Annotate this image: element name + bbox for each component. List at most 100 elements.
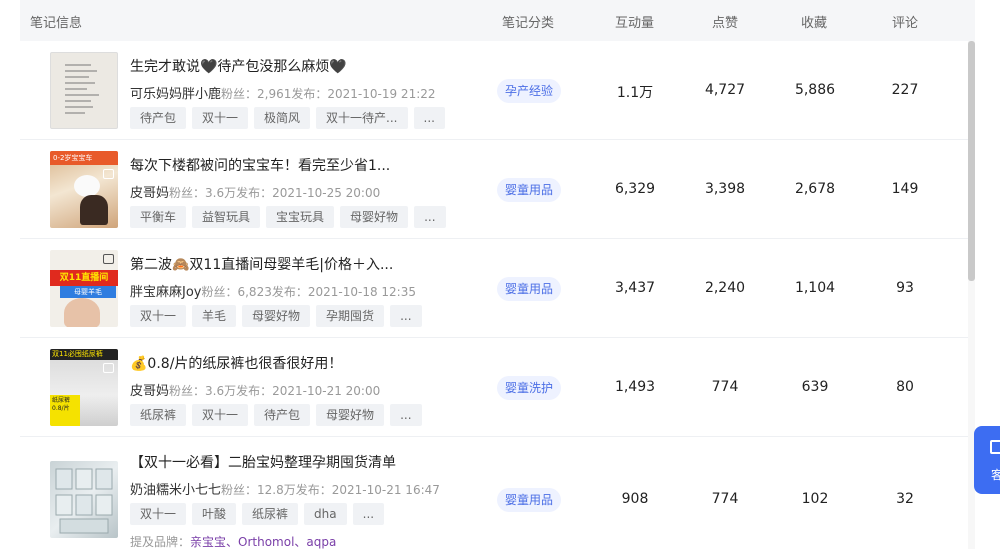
- brand-list[interactable]: 亲宝宝、Orthomol、aqpa: [190, 535, 336, 549]
- gallery-icon: [103, 169, 114, 179]
- interactions-value: 908: [621, 491, 649, 507]
- author-name[interactable]: 皮哥妈: [130, 384, 169, 399]
- tag-list: 纸尿裤 双十一 待产包 母婴好物...: [130, 404, 428, 426]
- followers-count: 粉丝：3.6万: [169, 186, 237, 200]
- note-meta: 皮哥妈粉丝：3.6万发布：2021-10-25 20:00: [130, 182, 380, 201]
- note-title[interactable]: 【双十一必看】二胎宝妈整理孕期囤货清单: [130, 452, 396, 472]
- tag[interactable]: 母婴好物: [242, 305, 311, 327]
- favorites-value: 2,678: [794, 181, 836, 197]
- header-interactions[interactable]: 互动量: [615, 12, 654, 31]
- likes-value: 4,727: [704, 82, 746, 98]
- likes-value: 774: [711, 491, 739, 507]
- tag[interactable]: 双十一: [192, 404, 249, 426]
- tag[interactable]: 待产包: [130, 107, 187, 129]
- tag-more[interactable]: ...: [352, 503, 385, 525]
- publish-time: 发布：2021-10-18 12:35: [271, 285, 416, 299]
- table-header: 笔记信息 笔记分类 互动量 点赞 收藏 评论: [20, 0, 975, 41]
- tag[interactable]: dha: [304, 503, 347, 525]
- note-thumbnail[interactable]: [50, 461, 118, 538]
- author-name[interactable]: 胖宝麻麻Joy: [130, 285, 201, 300]
- note-thumbnail[interactable]: [50, 52, 118, 129]
- tag-more[interactable]: ...: [414, 206, 446, 228]
- tag[interactable]: 待产包: [254, 404, 311, 426]
- customer-service-button[interactable]: 客: [974, 426, 1000, 494]
- header-likes[interactable]: 点赞: [712, 12, 738, 31]
- likes-value: 774: [711, 379, 739, 395]
- favorites-value: 639: [801, 379, 829, 395]
- tag-more[interactable]: ...: [390, 305, 422, 327]
- gallery-icon: [103, 363, 114, 373]
- thumbnail-caption: 0-2岁宝宝车: [50, 151, 118, 165]
- thumbnail-caption: 双11直播间: [50, 270, 118, 286]
- tag[interactable]: 双十一待产...: [316, 107, 408, 129]
- author-name[interactable]: 奶油糯米小七七: [130, 483, 221, 498]
- person-image-icon: [80, 195, 108, 225]
- checklist-icon: [990, 440, 1000, 454]
- comments-value: 227: [891, 82, 919, 98]
- table-row[interactable]: 【双十一必看】二胎宝妈整理孕期囤货清单 奶油糯米小七七粉丝：12.8万发布：20…: [20, 437, 968, 549]
- tag[interactable]: 母婴好物: [316, 404, 385, 426]
- tag[interactable]: 双十一: [192, 107, 249, 129]
- tag[interactable]: 母婴好物: [340, 206, 409, 228]
- header-comments[interactable]: 评论: [892, 12, 918, 31]
- followers-count: 粉丝：2,961: [221, 87, 292, 101]
- tag[interactable]: 宝宝玩具: [266, 206, 335, 228]
- interactions-value: 1.1万: [616, 85, 654, 101]
- note-meta: 胖宝麻麻Joy粉丝：6,823发布：2021-10-18 12:35: [130, 281, 416, 300]
- tag[interactable]: 双十一: [130, 503, 187, 525]
- brand-label: 提及品牌：: [130, 535, 191, 549]
- followers-count: 粉丝：12.8万: [221, 483, 296, 497]
- note-meta: 皮哥妈粉丝：3.6万发布：2021-10-21 20:00: [130, 380, 380, 399]
- tag[interactable]: 益智玩具: [192, 206, 261, 228]
- note-title[interactable]: 每次下楼都被问的宝宝车！看完至少省1...: [130, 155, 390, 175]
- thumbnail-subcaption: 母婴羊毛: [60, 286, 116, 298]
- table-row[interactable]: 生完才敢说🖤待产包没那么麻烦🖤 可乐妈妈胖小鹿粉丝：2,961发布：2021-1…: [20, 41, 968, 140]
- note-title[interactable]: 💰0.8/片的纸尿裤也很香很好用！: [130, 353, 342, 373]
- category-badge: 婴童用品: [497, 178, 562, 202]
- tag[interactable]: 极简风: [254, 107, 311, 129]
- followers-count: 粉丝：6,823: [201, 285, 272, 299]
- author-name[interactable]: 皮哥妈: [130, 186, 169, 201]
- tag-list: 平衡车 益智玩具 宝宝玩具 母婴好物...: [130, 206, 452, 228]
- note-meta: 可乐妈妈胖小鹿粉丝：2,961发布：2021-10-19 21:22: [130, 83, 436, 102]
- person-image-icon: [64, 298, 100, 327]
- favorites-value: 5,886: [794, 82, 836, 98]
- category-badge: 婴童用品: [497, 488, 562, 512]
- publish-time: 发布：2021-10-25 20:00: [236, 186, 381, 200]
- header-category: 笔记分类: [502, 16, 555, 31]
- comments-value: 32: [896, 491, 914, 507]
- toy-image-icon: [74, 175, 100, 197]
- header-favorites[interactable]: 收藏: [801, 12, 827, 31]
- favorites-value: 1,104: [794, 280, 836, 296]
- publish-time: 发布：2021-10-19 21:22: [291, 87, 436, 101]
- tag-more[interactable]: ...: [390, 404, 422, 426]
- tag[interactable]: 羊毛: [192, 305, 237, 327]
- interactions-value: 3,437: [614, 280, 656, 296]
- favorites-value: 102: [801, 491, 829, 507]
- checklist-image-icon: [65, 64, 99, 114]
- scrollbar-thumb[interactable]: [968, 41, 975, 281]
- products-image-icon: [55, 468, 113, 534]
- tag-list: 待产包 双十一 极简风 双十一待产......: [130, 107, 451, 129]
- tag[interactable]: 叶酸: [192, 503, 237, 525]
- tag[interactable]: 纸尿裤: [242, 503, 299, 525]
- publish-time: 发布：2021-10-21 20:00: [236, 384, 381, 398]
- table-row[interactable]: 双11直播间 母婴羊毛 第二波🙈双11直播间母婴羊毛|价格＋入... 胖宝麻麻J…: [20, 239, 968, 338]
- note-title[interactable]: 第二波🙈双11直播间母婴羊毛|价格＋入...: [130, 254, 393, 274]
- tag[interactable]: 孕期囤货: [316, 305, 385, 327]
- table-row[interactable]: 双11必囤纸尿裤 纸尿裤 0.8/片 💰0.8/片的纸尿裤也很香很好用！ 皮哥妈…: [20, 338, 968, 437]
- interactions-value: 1,493: [614, 379, 656, 395]
- note-thumbnail[interactable]: 0-2岁宝宝车: [50, 151, 118, 228]
- note-thumbnail[interactable]: 双11必囤纸尿裤 纸尿裤 0.8/片: [50, 349, 118, 426]
- followers-count: 粉丝：3.6万: [169, 384, 237, 398]
- note-title[interactable]: 生完才敢说🖤待产包没那么麻烦🖤: [130, 56, 347, 76]
- interactions-value: 6,329: [614, 181, 656, 197]
- table-row[interactable]: 0-2岁宝宝车 每次下楼都被问的宝宝车！看完至少省1... 皮哥妈粉丝：3.6万…: [20, 140, 968, 239]
- author-name[interactable]: 可乐妈妈胖小鹿: [130, 87, 221, 102]
- tag[interactable]: 平衡车: [130, 206, 187, 228]
- tag-more[interactable]: ...: [413, 107, 445, 129]
- tag[interactable]: 双十一: [130, 305, 187, 327]
- note-thumbnail[interactable]: 双11直播间 母婴羊毛: [50, 250, 118, 327]
- tag[interactable]: 纸尿裤: [130, 404, 187, 426]
- category-badge: 婴童用品: [497, 277, 562, 301]
